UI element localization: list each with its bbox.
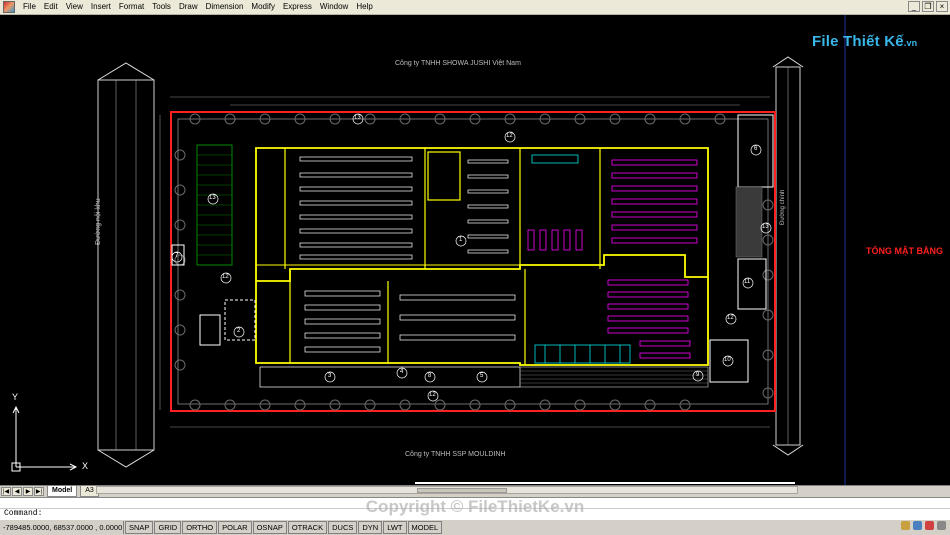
label-12b: 12 xyxy=(727,315,734,321)
command-window[interactable]: Command: xyxy=(0,497,950,520)
label-12a: 12 xyxy=(506,133,513,139)
left-road xyxy=(97,79,155,451)
top-company-label: Công ty TNHH SHOWA JUSHI Việt Nam xyxy=(395,60,521,67)
label-9: 9 xyxy=(696,372,700,378)
menu-window[interactable]: Window xyxy=(316,0,352,14)
menu-tools[interactable]: Tools xyxy=(148,0,175,14)
close-icon[interactable]: × xyxy=(936,1,948,12)
command-prompt[interactable]: Command: xyxy=(4,509,42,518)
window-controls: _ ❐ × xyxy=(908,1,948,12)
menu-dimension[interactable]: Dimension xyxy=(202,0,248,14)
label-13c: 13 xyxy=(762,224,769,230)
label-13a: 13 xyxy=(354,115,361,121)
menu-edit[interactable]: Edit xyxy=(40,0,62,14)
menu-view[interactable]: View xyxy=(62,0,87,14)
tab-model[interactable]: Model xyxy=(47,486,78,497)
menu-draw[interactable]: Draw xyxy=(175,0,202,14)
logo-suffix: .vn xyxy=(903,38,918,48)
bottom-company-label: Công ty TNHH SSP MOULDINH xyxy=(405,451,506,458)
horizontal-scrollbar[interactable] xyxy=(96,486,798,494)
osnap-toggle[interactable]: OSNAP xyxy=(252,521,287,534)
label-7: 7 xyxy=(175,253,179,259)
restore-icon[interactable]: ❐ xyxy=(922,1,934,12)
last-tab-button[interactable]: ▶| xyxy=(34,487,44,496)
label-5: 5 xyxy=(480,373,484,379)
minimize-icon[interactable]: _ xyxy=(908,1,920,12)
comm-center-icon[interactable] xyxy=(913,521,922,530)
menu-help[interactable]: Help xyxy=(352,0,376,14)
coordinate-readout[interactable]: -789485.0000, 68537.0000 , 0.0000 xyxy=(0,521,124,534)
filethietke-logo: File Thiết Kế.vn xyxy=(812,33,917,50)
ucs-icon xyxy=(11,405,78,472)
polar-toggle[interactable]: POLAR xyxy=(218,521,252,534)
menu-format[interactable]: Format xyxy=(115,0,148,14)
logo-main: File Thiết Kế xyxy=(812,33,904,50)
menu-file[interactable]: File xyxy=(19,0,40,14)
label-12c: 12 xyxy=(429,392,436,398)
label-2: 2 xyxy=(237,328,241,334)
prev-tab-button[interactable]: ◀ xyxy=(12,487,22,496)
label-8: 8 xyxy=(428,373,432,379)
label-1: 1 xyxy=(459,237,463,243)
label-12d: 12 xyxy=(222,274,229,280)
drawing-canvas[interactable]: Công ty TNHH SHOWA JUSHI Việt Nam Công t… xyxy=(0,15,950,485)
ucs-y-label: Y xyxy=(12,392,19,402)
label-13b: 13 xyxy=(209,195,216,201)
lwt-toggle[interactable]: LWT xyxy=(383,521,407,534)
clean-screen-icon[interactable] xyxy=(937,521,946,530)
next-tab-button[interactable]: ▶ xyxy=(23,487,33,496)
label-3: 3 xyxy=(328,373,332,379)
label-10: 10 xyxy=(724,357,731,363)
status-tray xyxy=(901,521,946,530)
menu-insert[interactable]: Insert xyxy=(87,0,115,14)
lock-icon[interactable] xyxy=(901,521,910,530)
ducs-toggle[interactable]: DUCS xyxy=(328,521,358,534)
autocad-app-icon[interactable] xyxy=(3,1,15,13)
model-toggle[interactable]: MODEL xyxy=(407,521,443,534)
grid-toggle[interactable]: GRID xyxy=(154,521,182,534)
cad-drawing xyxy=(11,15,846,485)
menu-bar: File Edit View Insert Format Tools Draw … xyxy=(0,0,950,15)
drawing-title: TỔNG MẶT BẰNG xyxy=(866,246,943,256)
annotation-icon[interactable] xyxy=(925,521,934,530)
menu-express[interactable]: Express xyxy=(279,0,316,14)
ucs-x-label: X xyxy=(82,461,89,471)
dyn-toggle[interactable]: DYN xyxy=(358,521,383,534)
ortho-toggle[interactable]: ORTHO xyxy=(182,521,218,534)
label-11: 11 xyxy=(744,279,751,285)
main-building xyxy=(255,147,709,282)
snap-toggle[interactable]: SNAP xyxy=(125,521,154,534)
first-tab-button[interactable]: |◀ xyxy=(1,487,11,496)
right-road-label: Đường chính xyxy=(780,189,786,225)
label-4: 4 xyxy=(400,369,404,375)
command-divider xyxy=(0,508,950,509)
otrack-toggle[interactable]: OTRACK xyxy=(287,521,328,534)
label-6: 6 xyxy=(754,146,758,152)
menu-modify[interactable]: Modify xyxy=(247,0,279,14)
status-bar: -789485.0000, 68537.0000 , 0.0000 SNAP G… xyxy=(0,519,950,535)
left-road-label: Đường nội khu xyxy=(95,198,102,245)
scrollbar-thumb[interactable] xyxy=(417,488,507,493)
